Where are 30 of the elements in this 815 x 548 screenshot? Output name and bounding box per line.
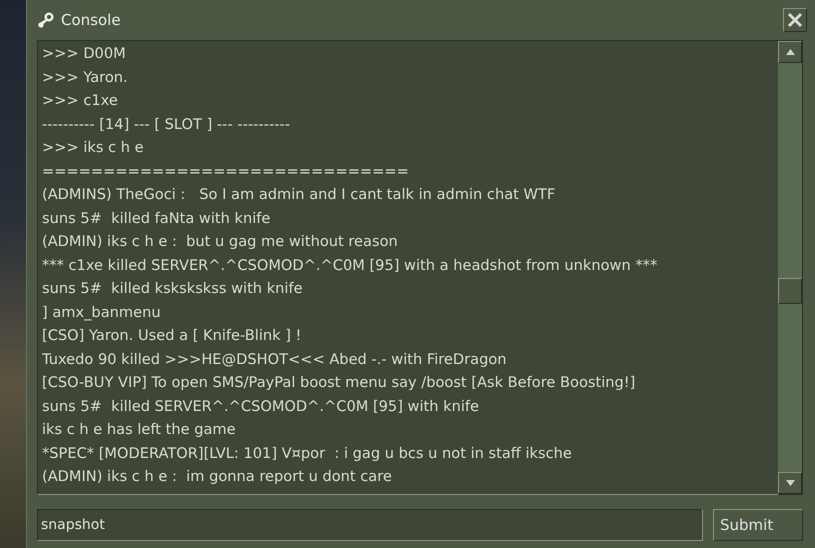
log-line: (ADMIN) iks c h e : im gonna report u dont care [42, 467, 393, 487]
log-line: suns 5# killed faNta with knife [42, 208, 272, 228]
log-line: >>> D00M [42, 44, 127, 64]
log-line: ============================== [42, 162, 410, 182]
log-line: *SPEC* [MODERATOR][LVL: 101] V¤por : i gag u bcs u not in staff iksche [42, 444, 573, 464]
command-input[interactable]: snapshot [37, 509, 703, 541]
log-line: [CSO] Yaron. Used a [ Knife-Blink ] ! [42, 326, 302, 346]
scroll-thumb[interactable] [778, 278, 802, 304]
up-triangle-icon [786, 49, 794, 55]
log-line: iks c h e has left the game [42, 420, 237, 440]
log-line: ] amx_banmenu [42, 302, 162, 322]
log-line: >>> c1xe [42, 91, 119, 111]
log-line: suns 5# killed SERVER^.^CSOMOD^.^C0M [95] with knife [42, 396, 480, 416]
log-line: [CSO-BUY VIP] To open SMS/PayPal boost menu say /boost [Ask Before Boosting!] [42, 373, 636, 393]
log-line: (ADMINS) TheGoci : So I am admin and I cant talk in admin chat WTF [42, 185, 556, 205]
log-line: >>> Yaron. [42, 68, 129, 88]
close-button[interactable] [783, 8, 807, 32]
log-line: >>> iks c h e [42, 138, 145, 158]
log-line: ---------- [14] --- [ SLOT ] --- ---------- [42, 114, 292, 134]
scroll-up-button[interactable] [778, 41, 802, 63]
log-line: Tuxedo 90 killed >>>HE@DSHOT<<< Abed -.- with FireDragon [42, 350, 508, 370]
log-line: suns 5# killed kskskskss with knife [42, 279, 304, 299]
submit-button[interactable]: Submit [713, 509, 803, 541]
log-line: (ADMIN) iks c h e : but u gag me without reason [42, 232, 399, 252]
log-line: *** c1xe killed SERVER^.^CSOMOD^.^C0M [95] with a headshot from unknown *** [42, 256, 658, 276]
close-icon [786, 11, 804, 29]
window-title: Console [61, 11, 121, 29]
scrollbar[interactable] [778, 40, 803, 495]
scroll-down-button[interactable] [778, 472, 802, 494]
down-triangle-icon [786, 480, 794, 486]
